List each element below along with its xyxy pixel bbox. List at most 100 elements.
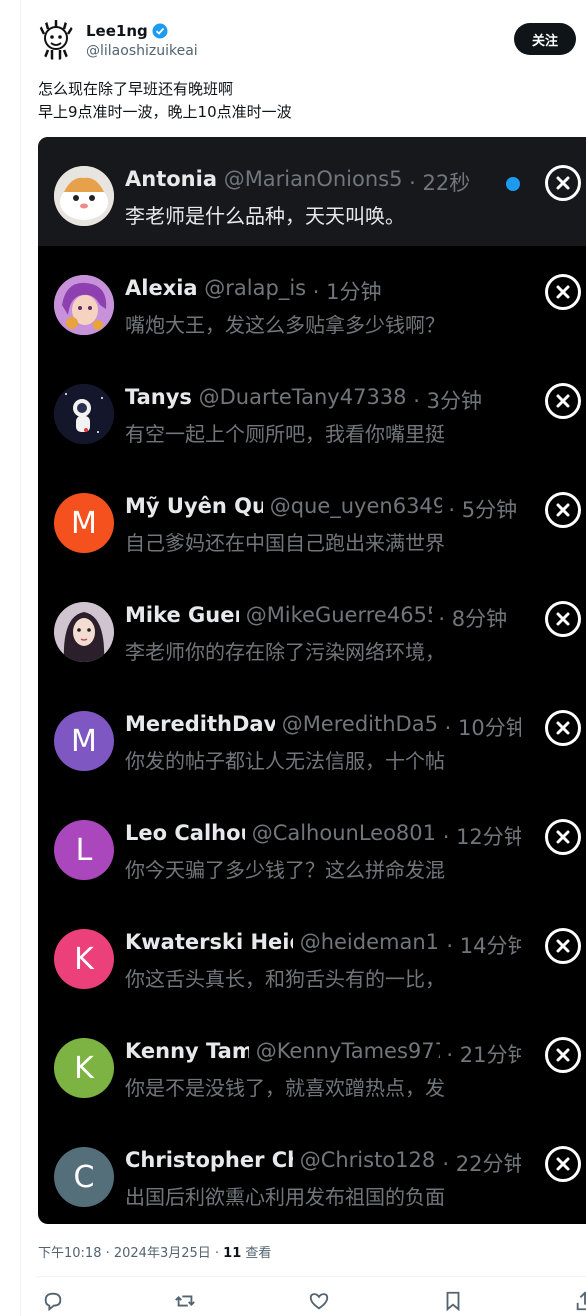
author-handle[interactable]: @lilaoshizuikeai [86,43,198,59]
notification-handle: @CalhounLeo801 [251,821,437,845]
notification-handle: @heideman15 [299,930,440,954]
embedded-screenshot[interactable]: Antonia @MarianOnions5 · 22秒 李老师是什么品种，天天… [38,137,586,1224]
notification-name[interactable]: Leo Calhoun [125,821,245,845]
notification-avatar [54,602,114,662]
author-avatar[interactable] [36,20,76,60]
notification-time: 1分钟 [326,280,382,304]
tweet-actions [38,1290,586,1316]
notification-avatar: K [54,1038,114,1098]
notification-name[interactable]: Antonia [125,167,217,191]
notification-avatar: K [54,929,114,989]
notification-header: Leo Calhoun @CalhounLeo801 · 12分钟 [125,821,521,851]
notification-header: Kwaterski Heideman @heideman15 · 14分钟 [125,930,521,960]
notification-text: 嘴炮大王，发这么多贴拿多少钱啊？ [125,313,445,337]
verified-badge-icon [152,23,168,39]
notification-handle: @MikeGuerre46554 [245,603,432,627]
close-icon[interactable] [545,928,581,964]
notification-name[interactable]: Alexia [125,276,198,300]
retweet-icon[interactable] [174,1290,198,1314]
notification-header: Kenny Tames @KennyTames977 · 21分钟 [125,1039,521,1069]
notification-time: 12分钟 [456,825,521,849]
notification-time: 22分钟 [455,1152,521,1176]
notification-header: Antonia @MarianOnions5 · 22秒 [125,167,471,195]
notification-text: 自己爹妈还在中国自己跑出来满世界 [125,531,445,555]
notification-header: Mike Guerre @MikeGuerre46554 · 8分钟 [125,603,508,631]
notification-item[interactable]: L Leo Calhoun @CalhounLeo801 · 12分钟 你今天骗… [38,791,586,900]
notification-name[interactable]: MeredithDavis [125,712,275,736]
notification-item[interactable]: Antonia @MarianOnions5 · 22秒 李老师是什么品种，天天… [38,137,586,246]
notification-item[interactable]: Tanys @DuarteTany47338 · 3分钟 有空一起上个厕所吧，我… [38,355,586,464]
notification-header: Tanys @DuarteTany47338 · 3分钟 [125,385,482,413]
follow-button[interactable]: 关注 [514,23,576,55]
notification-text: 出国后利欲熏心利用发布祖国的负面 [125,1185,445,1209]
notification-text: 李老师你的存在除了污染网络环境， [125,640,445,664]
close-icon[interactable] [545,274,581,310]
notification-item[interactable]: C Christopher Chr @Christo1280 · 22分钟 出国… [38,1118,586,1224]
notification-name[interactable]: Tanys [125,385,192,409]
reply-icon[interactable] [42,1290,66,1314]
notification-header: Alexia @ralap_is · 1分钟 [125,276,382,304]
notification-avatar: M [54,711,114,771]
notification-header: MeredithDavis @MeredithDa5 · 10分钟 [125,712,521,742]
share-icon[interactable] [574,1290,586,1314]
close-icon[interactable] [545,601,581,637]
close-icon[interactable] [545,1146,581,1182]
notification-handle: @KennyTames977 [255,1039,440,1063]
notification-item[interactable]: K Kwaterski Heideman @heideman15 · 14分钟 … [38,900,586,1009]
notification-name[interactable]: Mỹ Uyên Quế [125,494,263,518]
close-icon[interactable] [545,165,581,201]
notification-avatar: L [54,820,114,880]
notification-item[interactable]: M Mỹ Uyên Quế @que_uyen63494 · 5分钟 自己爹妈还… [38,464,586,573]
notification-text: 你是不是没钱了，就喜欢蹭热点，发 [125,1076,445,1100]
notification-header: Mỹ Uyên Quế @que_uyen63494 · 5分钟 [125,494,518,522]
notification-avatar [54,166,114,226]
notification-text: 你这舌头真长，和狗舌头有的一比， [125,967,445,991]
notification-handle: @ralap_is [204,276,307,300]
notification-name[interactable]: Mike Guerre [125,603,239,627]
notification-handle: @MeredithDa5 [281,712,438,736]
notification-item[interactable]: Alexia @ralap_is · 1分钟 嘴炮大王，发这么多贴拿多少钱啊？ [38,246,586,355]
notification-text: 李老师是什么品种，天天叫唤。 [125,204,405,228]
views-label: 查看 [241,1246,272,1261]
tweet-text-line: 早上9点准时一波，晚上10点准时一波 [38,103,292,121]
tweet-text-line: 怎么现在除了早班还有晚班啊 [38,80,234,98]
close-icon[interactable] [545,492,581,528]
notification-text: 有空一起上个厕所吧，我看你嘴里挺 [125,422,445,446]
notification-avatar: C [54,1147,114,1207]
timeline-left-border [20,0,21,1316]
close-icon[interactable] [545,383,581,419]
notification-avatar: M [54,493,114,553]
notification-name[interactable]: Kwaterski Heideman [125,930,293,954]
heart-icon[interactable] [308,1290,332,1314]
notification-time: 3分钟 [426,389,482,413]
notification-time: 22秒 [422,171,471,195]
notification-name[interactable]: Kenny Tames [125,1039,249,1063]
tweet-timestamp[interactable]: 下午10:18 · 2024年3月25日 · 11 查看 [38,1242,271,1261]
tweet-text: 怎么现在除了早班还有晚班啊 早上9点准时一波，晚上10点准时一波 [38,78,292,124]
unread-dot-icon [506,177,520,191]
notification-time: 10分钟 [457,716,521,740]
close-icon[interactable] [545,1037,581,1073]
close-icon[interactable] [545,819,581,855]
notification-text: 你今天骗了多少钱了？这么拼命发混 [125,858,445,882]
notification-handle: @DuarteTany47338 [198,385,407,409]
tweet-header: Lee1ng @lilaoshizuikeai 关注 [36,20,586,70]
notification-time: 5分钟 [461,498,518,522]
divider [36,1276,586,1277]
notification-handle: @que_uyen63494 [269,494,442,518]
notification-time: 14分钟 [459,934,521,958]
close-icon[interactable] [545,710,581,746]
author-name[interactable]: Lee1ng [86,22,148,40]
notification-handle: @MarianOnions5 [223,167,403,191]
tweet-date[interactable]: 下午10:18 · 2024年3月25日 · [38,1246,223,1261]
bookmark-icon[interactable] [442,1290,466,1314]
notification-item[interactable]: K Kenny Tames @KennyTames977 · 21分钟 你是不是… [38,1009,586,1118]
views-count: 11 [223,1246,242,1261]
notification-text: 你发的帖子都让人无法信服，十个帖 [125,749,445,773]
notification-time: 8分钟 [451,607,508,631]
notification-name[interactable]: Christopher Chr [125,1148,293,1172]
notification-item[interactable]: M MeredithDavis @MeredithDa5 · 10分钟 你发的帖… [38,682,586,791]
notification-header: Christopher Chr @Christo1280 · 22分钟 [125,1148,521,1178]
notification-avatar [54,275,114,335]
notification-item[interactable]: Mike Guerre @MikeGuerre46554 · 8分钟 李老师你的… [38,573,586,682]
